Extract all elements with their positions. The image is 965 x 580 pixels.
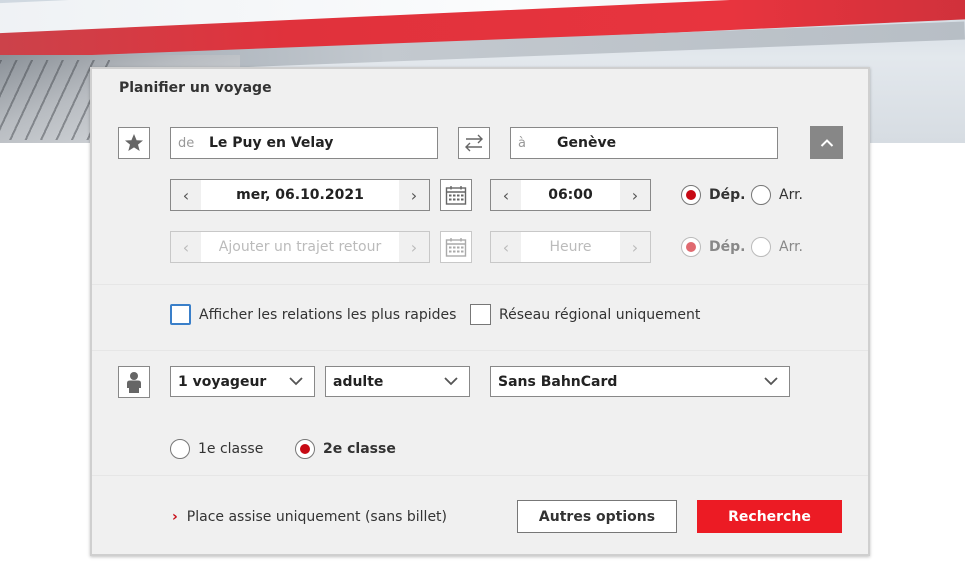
return-date-placeholder[interactable]: Ajouter un trajet retour — [201, 232, 399, 262]
passenger-type-select[interactable]: adulte — [325, 366, 470, 397]
checkbox-box — [170, 304, 191, 325]
checkbox-box — [470, 304, 491, 325]
seat-only-label: Place assise uniquement (sans billet) — [186, 509, 448, 525]
star-icon — [125, 134, 143, 151]
return-time-next-button[interactable]: › — [620, 232, 650, 262]
chevron-right-icon: › — [172, 509, 178, 525]
from-prefix: de — [178, 136, 195, 151]
return-arrival-radio[interactable]: Arr. — [751, 237, 803, 257]
time-next-button[interactable]: › — [620, 180, 650, 210]
chevron-down-icon — [764, 377, 778, 386]
outbound-date-value[interactable]: mer, 06.10.2021 — [201, 180, 399, 210]
date-prev-button[interactable]: ‹ — [171, 180, 201, 210]
to-prefix: à — [518, 136, 526, 151]
search-button[interactable]: Recherche — [697, 500, 842, 533]
outbound-departure-radio[interactable]: Dép. — [681, 185, 745, 205]
return-date-stepper: ‹ Ajouter un trajet retour › — [170, 231, 430, 263]
return-time-stepper: ‹ Heure › — [490, 231, 651, 263]
return-date-prev-button[interactable]: ‹ — [171, 232, 201, 262]
divider — [92, 284, 868, 285]
to-value: Genève — [557, 135, 617, 151]
passenger-count-value: 1 voyageur — [178, 373, 267, 390]
passenger-count-select[interactable]: 1 voyageur — [170, 366, 315, 397]
outbound-time-stepper: ‹ 06:00 › — [490, 179, 651, 211]
return-departure-radio[interactable]: Dép. — [681, 237, 745, 257]
calendar-icon — [445, 186, 467, 205]
outbound-time-value[interactable]: 06:00 — [521, 180, 620, 210]
regional-only-checkbox[interactable]: Réseau régional uniquement — [470, 304, 700, 325]
outbound-date-stepper: ‹ mer, 06.10.2021 › — [170, 179, 430, 211]
bahncard-value: Sans BahnCard — [498, 373, 618, 390]
swap-button[interactable] — [458, 127, 490, 159]
radio-dot — [295, 439, 315, 459]
arrival-label: Arr. — [779, 187, 804, 203]
divider — [92, 475, 868, 476]
radio-dot — [751, 237, 771, 257]
radio-dot — [170, 439, 190, 459]
second-class-label: 2e classe — [323, 441, 396, 457]
seat-only-link[interactable]: › Place assise uniquement (sans billet) — [172, 509, 447, 525]
more-options-button[interactable]: Autres options — [517, 500, 677, 533]
chevron-down-icon — [444, 377, 458, 386]
radio-dot — [681, 237, 701, 257]
favorites-button[interactable] — [118, 127, 150, 159]
passenger-type-value: adulte — [333, 373, 384, 390]
time-prev-button[interactable]: ‹ — [491, 180, 521, 210]
return-date-next-button[interactable]: › — [399, 232, 429, 262]
person-icon — [127, 372, 141, 393]
radio-dot — [751, 185, 771, 205]
fastest-connections-checkbox[interactable]: Afficher les relations les plus rapides — [170, 304, 456, 325]
return-calendar-button[interactable] — [440, 231, 472, 263]
chevron-down-icon — [289, 377, 303, 386]
first-class-radio[interactable]: 1e classe — [170, 439, 263, 459]
arrival-label: Arr. — [779, 239, 804, 255]
second-class-radio[interactable]: 2e classe — [295, 439, 396, 459]
collapse-button[interactable] — [810, 126, 843, 159]
date-next-button[interactable]: › — [399, 180, 429, 210]
fastest-connections-label: Afficher les relations les plus rapides — [199, 306, 457, 323]
divider — [92, 350, 868, 351]
departure-label: Dép. — [709, 239, 746, 255]
from-field[interactable]: de Le Puy en Velay — [170, 127, 438, 159]
first-class-label: 1e classe — [198, 441, 264, 457]
panel-title: Planifier un voyage — [119, 80, 272, 96]
passenger-settings-button[interactable] — [118, 366, 150, 398]
from-value: Le Puy en Velay — [209, 135, 334, 151]
chevron-up-icon — [820, 138, 833, 147]
regional-only-label: Réseau régional uniquement — [499, 306, 701, 323]
journey-planner-panel: Planifier un voyage de Le Puy en Velay à… — [90, 67, 870, 556]
swap-arrows-icon — [465, 134, 483, 152]
return-time-placeholder[interactable]: Heure — [521, 232, 620, 262]
departure-label: Dép. — [709, 187, 746, 203]
bahncard-select[interactable]: Sans BahnCard — [490, 366, 790, 397]
to-field[interactable]: à Genève — [510, 127, 778, 159]
calendar-icon — [445, 238, 467, 257]
radio-dot — [681, 185, 701, 205]
outbound-arrival-radio[interactable]: Arr. — [751, 185, 803, 205]
outbound-calendar-button[interactable] — [440, 179, 472, 211]
return-time-prev-button[interactable]: ‹ — [491, 232, 521, 262]
